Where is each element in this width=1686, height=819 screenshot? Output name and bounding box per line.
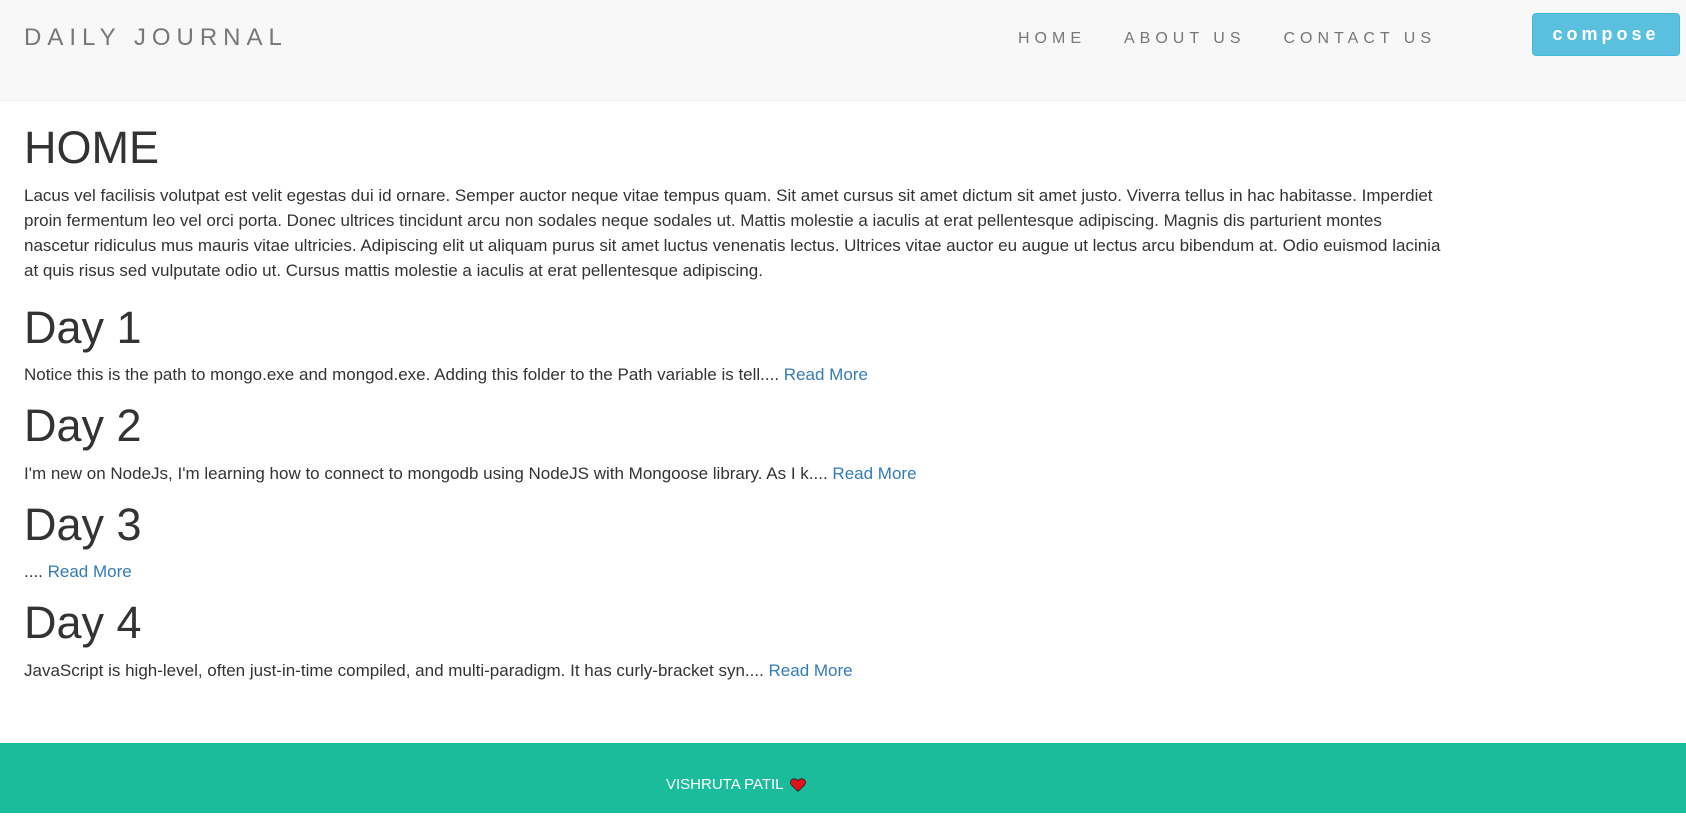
post: Day 3 .... Read More — [24, 498, 1444, 585]
post-title: Day 1 — [24, 301, 142, 353]
nav-about-link[interactable]: ABOUT US — [1124, 30, 1246, 48]
post: Day 2 I'm new on NodeJs, I'm learning ho… — [24, 401, 1444, 486]
footer: VISHRUTA PATIL — [0, 743, 1686, 819]
home-intro-text: Lacus vel facilisis volutpat est velit e… — [24, 185, 1441, 280]
post-excerpt: Notice this is the path to mongo.exe and… — [24, 362, 1444, 387]
compose-button[interactable]: compose — [1532, 13, 1680, 56]
nav-contact-link[interactable]: CONTACT US — [1284, 30, 1437, 48]
post-excerpt: .... Read More — [24, 559, 1444, 584]
post-excerpt: I'm new on NodeJs, I'm learning how to c… — [24, 461, 1444, 486]
post-title: Day 2 — [24, 400, 142, 451]
post-excerpt-text: I'm new on NodeJs, I'm learning how to c… — [24, 463, 833, 483]
brand-logo-link[interactable]: DAILY JOURNAL — [24, 24, 288, 52]
post-title: Day 4 — [24, 597, 142, 648]
footer-credit: VISHRUTA PATIL — [666, 776, 806, 793]
post-excerpt-text: Notice this is the path to mongo.exe and… — [24, 365, 784, 384]
post-excerpt-text: JavaScript is high-level, often just-in-… — [24, 660, 769, 680]
page-title: HOME — [24, 122, 159, 173]
post-title: Day 3 — [24, 498, 142, 550]
footer-author: VISHRUTA PATIL — [666, 776, 784, 793]
nav-links: HOME ABOUT US CONTACT US — [1018, 30, 1474, 48]
post-excerpt: JavaScript is high-level, often just-in-… — [24, 658, 1444, 683]
post: Day 4 JavaScript is high-level, often ju… — [24, 598, 1444, 683]
navbar: DAILY JOURNAL HOME ABOUT US CONTACT US c… — [0, 0, 1686, 101]
nav-home-link[interactable]: HOME — [1018, 30, 1086, 48]
read-more-link[interactable]: Read More — [769, 661, 853, 680]
main-content: HOME Lacus vel facilisis volutpat est ve… — [24, 101, 1444, 693]
read-more-link[interactable]: Read More — [784, 365, 868, 384]
read-more-link[interactable]: Read More — [48, 562, 132, 581]
read-more-link[interactable]: Read More — [832, 464, 916, 483]
heart-icon — [789, 777, 806, 792]
post: Day 1 Notice this is the path to mongo.e… — [24, 301, 1444, 388]
post-excerpt-text: .... — [24, 562, 48, 581]
